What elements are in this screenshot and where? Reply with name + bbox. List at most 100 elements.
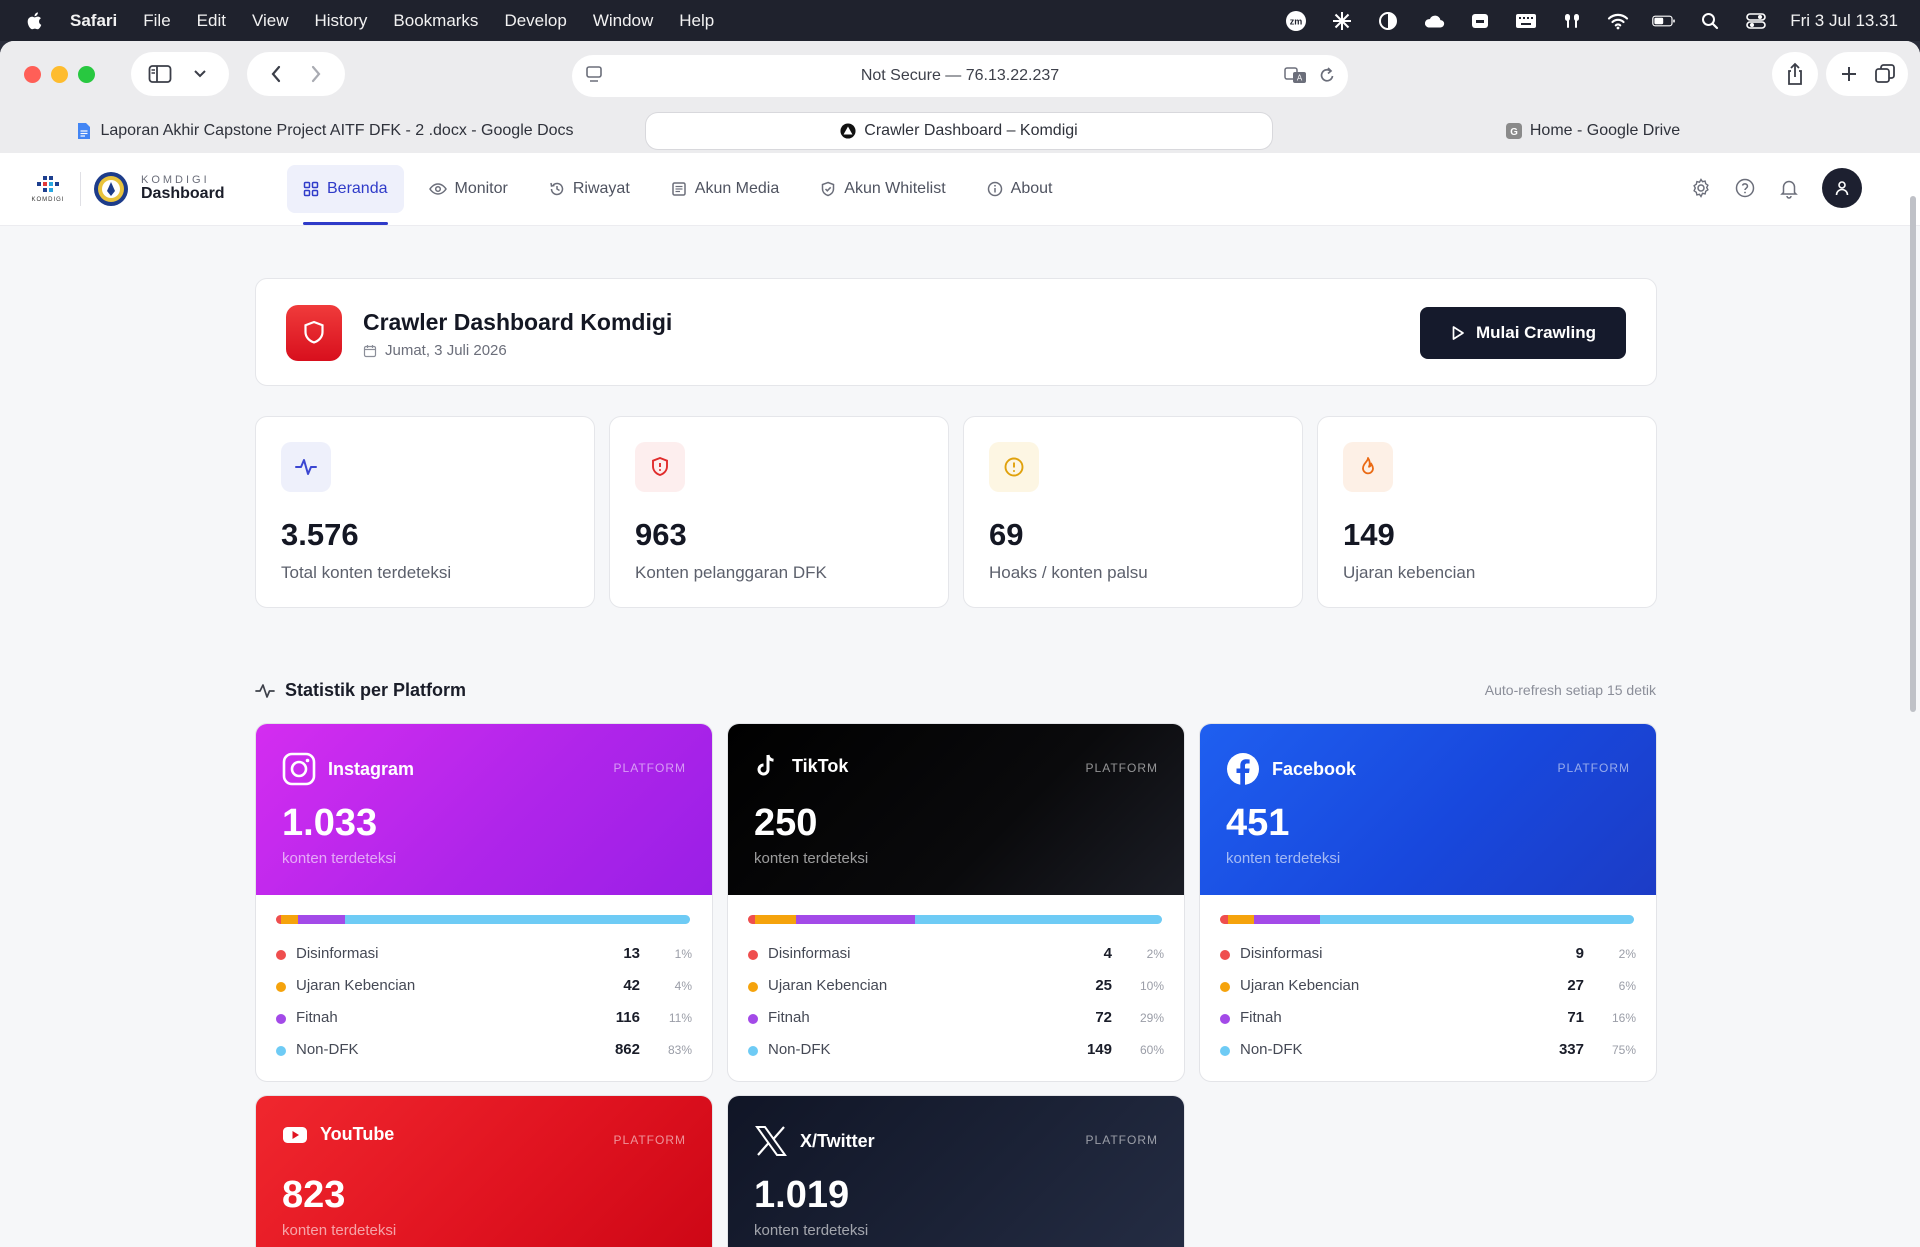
forward-icon[interactable]: [303, 61, 329, 87]
menu-window[interactable]: Window: [593, 11, 653, 31]
apple-icon[interactable]: [24, 10, 46, 32]
help-icon[interactable]: [1734, 177, 1756, 199]
contrast-icon[interactable]: [1376, 11, 1400, 31]
menubar-clock[interactable]: Fri 3 Jul 13.31: [1790, 11, 1898, 31]
bell-icon[interactable]: [1778, 177, 1800, 199]
platform-sub: konten terdeteksi: [282, 850, 397, 867]
close-window-button[interactable]: [24, 65, 41, 83]
main-content: Crawler Dashboard Komdigi Jumat, 3 Juli …: [0, 226, 1920, 1247]
nav-riwayat[interactable]: Riwayat: [533, 165, 646, 213]
bar-segment-ujaran-kebencian: [754, 915, 796, 924]
category-count: 42: [623, 977, 640, 994]
platform-breakdown: Disinformasi 13 1% Ujaran Kebencian 42 4% Fitn…: [256, 895, 712, 1081]
menu-app-name[interactable]: Safari: [70, 11, 117, 31]
menu-edit[interactable]: Edit: [197, 11, 226, 31]
nav-about[interactable]: About: [971, 165, 1069, 213]
bar-segment-fitnah: [796, 915, 916, 924]
nav-monitor[interactable]: Monitor: [413, 165, 524, 213]
menu-help[interactable]: Help: [679, 11, 714, 31]
chevron-down-icon[interactable]: [187, 61, 213, 87]
category-count: 71: [1567, 1009, 1584, 1026]
platform-card-instagram[interactable]: Instagram PLATFORM 1.033 konten terdetek…: [255, 723, 713, 1082]
macos-menubar: Safari File Edit View History Bookmarks …: [0, 0, 1920, 41]
logo-divider: [80, 172, 81, 206]
instagram-icon: [282, 752, 316, 786]
bar-segment-fitnah: [1253, 915, 1320, 924]
nav-beranda[interactable]: Beranda: [287, 165, 404, 225]
cloud-icon[interactable]: [1422, 11, 1446, 31]
user-avatar-button[interactable]: [1822, 168, 1862, 208]
platform-sub: konten terdeteksi: [282, 1222, 397, 1239]
keyboard-icon[interactable]: [1514, 11, 1538, 31]
government-seal-icon[interactable]: [93, 171, 129, 207]
platform-tag: PLATFORM: [613, 1133, 686, 1147]
platform-header: X/Twitter PLATFORM 1.019 konten terdetek…: [728, 1096, 1184, 1247]
category-dot: [276, 1046, 286, 1056]
shield-logo-icon: [286, 305, 342, 361]
category-percent: 6%: [1618, 979, 1636, 993]
minimize-window-button[interactable]: [51, 65, 68, 83]
menu-file[interactable]: File: [143, 11, 170, 31]
share-icon[interactable]: [1782, 61, 1808, 87]
category-count: 4: [1103, 945, 1112, 962]
platform-card-tiktok[interactable]: TikTok PLATFORM 250 konten terdeteksi Di…: [727, 723, 1185, 1082]
tab-crawler-dashboard[interactable]: Crawler Dashboard – Komdigi: [646, 113, 1272, 149]
stat-label: Hoaks / konten palsu: [989, 563, 1148, 582]
nav-akun-media[interactable]: Akun Media: [655, 165, 796, 213]
zoom-window-button[interactable]: [78, 65, 95, 83]
platform-count: 823: [282, 1174, 346, 1216]
battery-icon[interactable]: [1652, 11, 1676, 31]
platform-sub: konten terdeteksi: [754, 1222, 869, 1239]
category-dot: [748, 1014, 758, 1024]
shield-check-icon: [822, 181, 835, 197]
sidebar-icon[interactable]: [147, 61, 173, 87]
activity-icon: [281, 442, 331, 492]
platform-card-youtube[interactable]: YouTube PLATFORM 823 konten terdeteksi: [255, 1095, 713, 1247]
translate-icon[interactable]: A: [1284, 65, 1308, 90]
start-crawling-button[interactable]: Mulai Crawling: [1420, 307, 1626, 359]
control-center-icon[interactable]: [1744, 11, 1768, 31]
search-icon[interactable]: [1698, 11, 1722, 31]
category-count: 116: [615, 1009, 640, 1026]
category-count: 27: [1567, 977, 1584, 994]
platform-name: Instagram: [282, 752, 414, 786]
tab-overview-icon[interactable]: [1872, 61, 1898, 87]
tab-label: Crawler Dashboard – Komdigi: [864, 122, 1078, 139]
platform-breakdown: Disinformasi 9 2% Ujaran Kebencian 27 6% Fitna…: [1200, 895, 1656, 1081]
new-tab-icon[interactable]: [1836, 61, 1862, 87]
menu-view[interactable]: View: [252, 11, 289, 31]
address-bar[interactable]: Not Secure — 76.13.22.237 A: [572, 55, 1348, 97]
menu-develop[interactable]: Develop: [504, 11, 566, 31]
category-count: 149: [1086, 1041, 1112, 1058]
category-count: 337: [1558, 1041, 1584, 1058]
facebook-icon: [1227, 753, 1259, 785]
bar-segment-non-dfk: [1319, 915, 1634, 924]
zoom-icon[interactable]: zm: [1284, 10, 1308, 31]
tab-google-docs[interactable]: Laporan Akhir Capstone Project AITF DFK …: [12, 113, 638, 149]
platform-card-facebook[interactable]: Facebook PLATFORM 451 konten terdeteksi …: [1199, 723, 1657, 1082]
menu-history[interactable]: History: [315, 11, 368, 31]
nav-akun-whitelist[interactable]: Akun Whitelist: [804, 165, 961, 213]
section-title-text: Statistik per Platform: [285, 680, 467, 700]
tab-google-drive[interactable]: G Home - Google Drive: [1280, 113, 1906, 149]
page-scrollbar[interactable]: [1910, 196, 1916, 712]
platform-name-text: YouTube: [320, 1124, 395, 1144]
back-icon[interactable]: [263, 61, 289, 87]
breakdown-row: Fitnah 71 16%: [1220, 1004, 1636, 1036]
menu-bookmarks[interactable]: Bookmarks: [393, 11, 478, 31]
komdigi-logo[interactable]: KOMDIGI: [28, 174, 68, 204]
site-settings-icon[interactable]: [584, 64, 604, 91]
settings-gear-icon[interactable]: [1690, 177, 1712, 199]
reload-icon[interactable]: [1318, 65, 1336, 90]
page-date: Jumat, 3 Juli 2026: [363, 342, 507, 359]
archive-icon[interactable]: [1468, 11, 1492, 31]
platform-name-text: Facebook: [1272, 758, 1357, 779]
airpods-icon[interactable]: [1560, 11, 1584, 31]
wifi-icon[interactable]: [1606, 11, 1630, 31]
sparkle-icon[interactable]: [1330, 11, 1354, 31]
category-percent: 75%: [1611, 1043, 1636, 1057]
category-name: Fitnah: [296, 1009, 338, 1026]
stat-card-dfk: 963 Konten pelanggaran DFK: [609, 416, 949, 608]
calendar-icon: [363, 344, 377, 357]
platform-card-x-twitter[interactable]: X/Twitter PLATFORM 1.019 konten terdetek…: [727, 1095, 1185, 1247]
